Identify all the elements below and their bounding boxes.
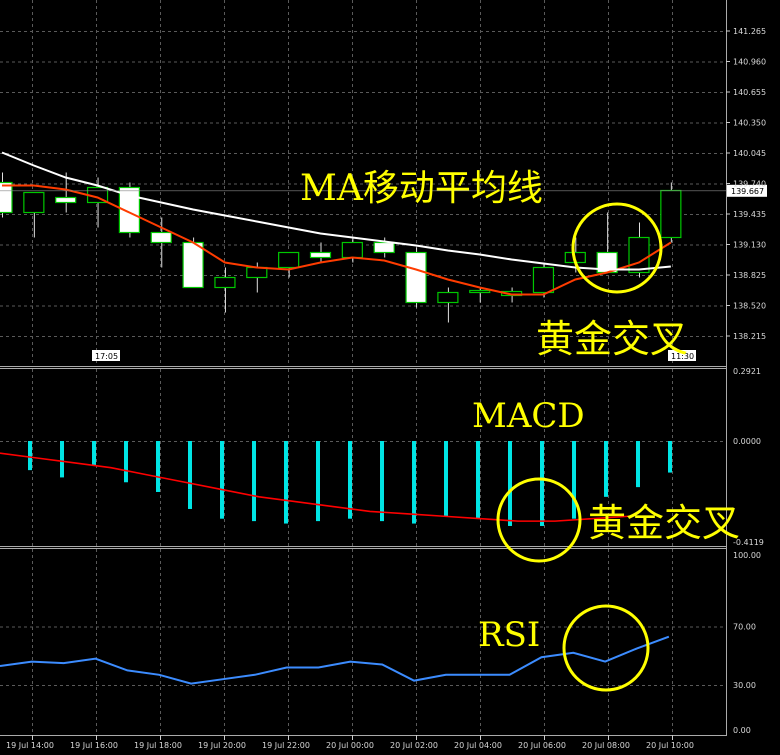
x-tick-label: 20 Jul 10:00	[646, 741, 694, 750]
macd-bar	[252, 441, 256, 522]
x-tick-label: 19 Jul 22:00	[262, 741, 310, 750]
candle	[373, 241, 395, 254]
axes: 141.265 140.960 140.655 140.350 140.045 139.7…	[6, 27, 766, 750]
y-tick-label: 140.350	[733, 119, 766, 128]
macd-bar	[636, 441, 640, 488]
candle	[23, 191, 45, 214]
y-tick-label: 0.2921	[733, 367, 761, 376]
candle	[341, 241, 363, 259]
y-tick-label: 70.00	[733, 622, 756, 631]
x-tick-label: 20 Jul 08:00	[582, 741, 630, 750]
candle	[150, 231, 172, 244]
y-tick-label: 138.215	[733, 332, 766, 341]
y-tick-label: 0.00	[733, 726, 751, 735]
rsi-annotation: RSI	[478, 615, 540, 655]
x-tick-label: 19 Jul 20:00	[198, 741, 246, 750]
macd-bar	[668, 441, 672, 473]
macd-bar	[28, 441, 32, 471]
candle	[405, 251, 427, 304]
candle	[278, 251, 300, 269]
candle	[660, 189, 682, 239]
y-tick-label: 139.435	[733, 210, 766, 219]
y-tick-label: 30.00	[733, 681, 756, 690]
y-tick-label: 139.740	[733, 180, 766, 189]
candle	[532, 266, 555, 294]
y-tick-label: 138.520	[733, 302, 766, 311]
macd-bar	[156, 441, 160, 492]
x-tick-label: 20 Jul 04:00	[454, 741, 502, 750]
macd-bar	[604, 441, 608, 497]
macd-bar	[284, 441, 288, 524]
macd-bar	[188, 441, 192, 509]
y-tick-label: 140.655	[733, 88, 766, 97]
trading-chart: 139.66717:05 11:30 141.265140.960140.6551…	[0, 0, 767, 750]
macd-bar	[220, 441, 224, 519]
candle	[214, 276, 236, 289]
y-tick-label: 141.265	[733, 27, 766, 36]
y-tick-label: 139.130	[733, 241, 766, 250]
time-marker-label: 17:05	[95, 352, 118, 361]
candle	[437, 291, 459, 304]
macd-bar	[412, 441, 416, 524]
macd-bar	[444, 441, 448, 517]
macd-bar	[348, 441, 352, 519]
rsi-panel	[0, 635, 670, 685]
macd-bar	[60, 441, 64, 478]
candle	[309, 251, 332, 259]
x-tick-label: 19 Jul 18:00	[134, 741, 182, 750]
candle	[628, 236, 650, 274]
candle	[246, 266, 268, 279]
rsi-line	[0, 635, 670, 685]
y-tick-label: 140.960	[733, 58, 766, 67]
candle	[55, 196, 77, 204]
highlight-circle-rsi	[562, 604, 650, 692]
macd-bar	[572, 441, 576, 519]
macd-bar	[540, 441, 544, 526]
ma-annotation: MA移动平均线	[300, 168, 543, 209]
candle	[182, 241, 204, 289]
golden-cross-annotation-macd: 黄金交叉	[588, 501, 740, 545]
macd-bar	[476, 441, 480, 519]
y-tick-label: 0.0000	[733, 437, 761, 446]
x-tick-label: 19 Jul 16:00	[70, 741, 118, 750]
macd-bar	[92, 441, 96, 466]
macd-panel	[0, 441, 672, 526]
macd-bar	[508, 441, 512, 526]
x-tick-label: 19 Jul 14:00	[6, 741, 54, 750]
y-tick-label: 100.00	[733, 551, 761, 560]
panel-frames	[0, 0, 727, 736]
golden-cross-annotation-price: 黄金交叉	[536, 317, 688, 361]
y-tick-label: 140.045	[733, 149, 766, 158]
grid	[0, 0, 726, 735]
x-tick-label: 20 Jul 06:00	[518, 741, 566, 750]
y-tick-label: 138.825	[733, 271, 766, 280]
macd-annotation: MACD	[472, 396, 585, 436]
macd-bar	[380, 441, 384, 522]
macd-bar	[124, 441, 128, 483]
candle	[469, 289, 491, 294]
candle	[0, 181, 13, 214]
macd-bar	[316, 441, 320, 522]
x-tick-label: 20 Jul 02:00	[390, 741, 438, 750]
x-tick-label: 20 Jul 00:00	[326, 741, 374, 750]
